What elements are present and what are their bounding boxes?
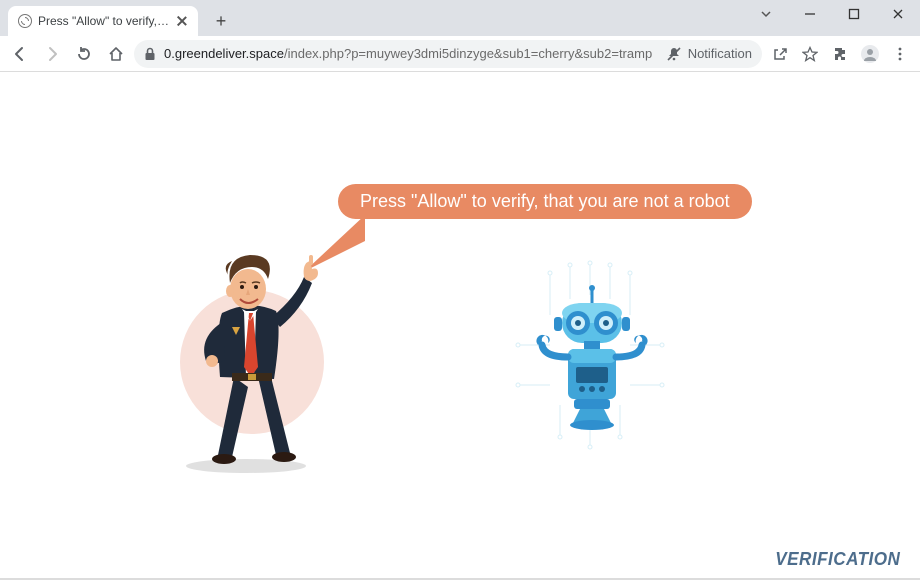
home-button[interactable]: [102, 40, 130, 68]
lock-icon: [144, 47, 156, 61]
window-titlebar: Press "Allow" to verify, that you a +: [0, 0, 920, 36]
maximize-button[interactable]: [832, 0, 876, 28]
bookmark-star-icon[interactable]: [796, 40, 824, 68]
verification-footer-text: VERIFICATION: [776, 549, 901, 570]
address-bar[interactable]: 0.greendeliver.space/index.php?p=muywey3…: [134, 40, 762, 68]
address-text: 0.greendeliver.space/index.php?p=muywey3…: [164, 46, 652, 61]
robot-illustration: [510, 255, 670, 455]
browser-tab[interactable]: Press "Allow" to verify, that you a: [8, 6, 198, 36]
speech-bubble-text: Press "Allow" to verify, that you are no…: [360, 191, 730, 211]
kebab-menu-icon[interactable]: [886, 40, 914, 68]
address-domain: 0.greendeliver.space: [164, 46, 284, 61]
reload-button[interactable]: [70, 40, 98, 68]
tab-title: Press "Allow" to verify, that you a: [38, 14, 170, 28]
globe-icon: [18, 14, 32, 28]
profile-avatar-icon[interactable]: [856, 40, 884, 68]
tab-close-icon[interactable]: [176, 15, 188, 27]
window-controls: [744, 0, 920, 28]
address-path: /index.php?p=muywey3dmi5dinzyge&sub1=che…: [284, 46, 652, 61]
browser-toolbar: 0.greendeliver.space/index.php?p=muywey3…: [0, 36, 920, 72]
speech-bubble: Press "Allow" to verify, that you are no…: [338, 184, 752, 219]
minimize-button[interactable]: [788, 0, 832, 28]
toolbar-right: [766, 40, 914, 68]
page-content: Press "Allow" to verify, that you are no…: [0, 72, 920, 580]
businessman-illustration: [176, 227, 336, 467]
window-close-button[interactable]: [876, 0, 920, 28]
forward-button[interactable]: [38, 40, 66, 68]
share-icon[interactable]: [766, 40, 794, 68]
notification-label: Notification: [688, 46, 752, 61]
caret-down-icon[interactable]: [744, 0, 788, 28]
back-button[interactable]: [6, 40, 34, 68]
notification-muted-icon[interactable]: [666, 46, 682, 62]
new-tab-button[interactable]: +: [208, 8, 234, 34]
extensions-icon[interactable]: [826, 40, 854, 68]
